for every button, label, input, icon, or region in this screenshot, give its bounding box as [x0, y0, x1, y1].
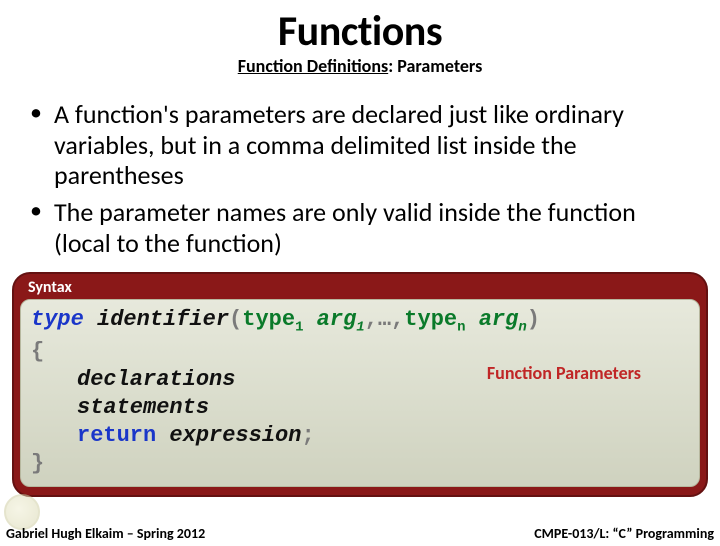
return-expression: expression — [169, 423, 301, 448]
param-name-n-sub: n — [518, 320, 526, 336]
footer-right: CMPE-013/L: “C” Programming — [534, 525, 714, 542]
body-declarations: declarations — [77, 367, 235, 392]
page-subtitle: Function Definitions: Parameters — [0, 55, 720, 77]
keyword-return: return — [77, 423, 156, 448]
brace-close: } — [31, 450, 689, 478]
param-type-1: type — [242, 307, 295, 332]
param-type-1-sub: 1 — [295, 320, 303, 336]
syntax-header: Syntax — [14, 274, 706, 299]
identifier: identifier — [97, 307, 229, 332]
semicolon: ; — [301, 423, 314, 448]
syntax-card: Syntax type identifier(type1 arg1,…,type… — [12, 272, 708, 497]
param-type-n-sub: n — [457, 320, 465, 336]
keyword-type: type — [31, 307, 84, 332]
list-item: A function's parameters are declared jus… — [24, 99, 696, 191]
param-type-n: type — [404, 307, 457, 332]
paren-close: ) — [527, 307, 540, 332]
syntax-line-return: return expression; — [31, 422, 689, 450]
page-title: Functions — [0, 6, 720, 57]
param-name-1-sub: 1 — [356, 320, 364, 336]
body-statements: statements — [77, 395, 209, 420]
paren-open: ( — [229, 307, 242, 332]
param-name-n: arg — [479, 307, 519, 332]
param-ellipsis: ,…, — [365, 307, 405, 332]
footer-left: Gabriel Hugh Elkaim – Spring 2012 — [6, 525, 205, 542]
subtitle-part-a: Function Definitions — [238, 55, 388, 77]
syntax-line-statements: statements — [31, 394, 689, 422]
subtitle-separator: : — [388, 55, 397, 77]
param-name-1: arg — [317, 307, 357, 332]
syntax-line-signature: type identifier(type1 arg1,…,typen argn) — [31, 306, 689, 337]
subtitle-part-b: Parameters — [397, 55, 482, 77]
annotation-function-parameters: Function Parameters — [487, 362, 641, 385]
bullet-list: A function's parameters are declared jus… — [24, 99, 696, 258]
list-item: The parameter names are only valid insid… — [24, 197, 696, 258]
syntax-body: type identifier(type1 arg1,…,typen argn)… — [20, 299, 700, 487]
